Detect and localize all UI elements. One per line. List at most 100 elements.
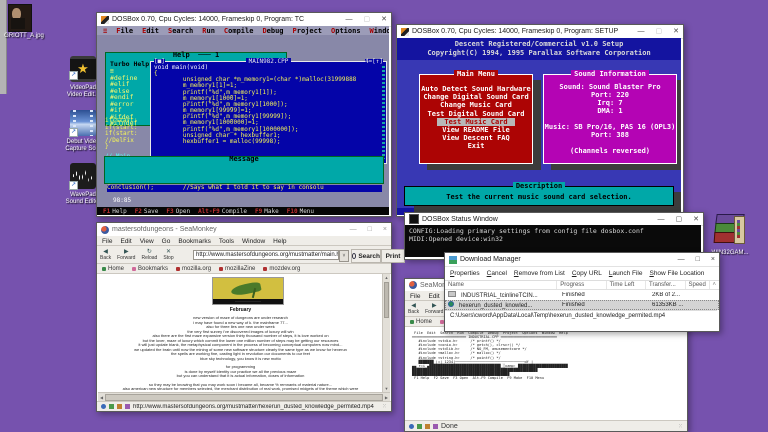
dlm-toolbar-item[interactable]: Copy URL xyxy=(572,270,602,277)
tc-menu-bar[interactable]: ≡FileEditSearchRunCompileDebugProjectOpt… xyxy=(97,26,389,35)
maximize-button[interactable]: ▢ xyxy=(676,213,683,226)
stop-button[interactable]: ✕Stop xyxy=(160,248,176,261)
tc-menu-item[interactable]: Debug xyxy=(262,27,283,34)
minimize-button[interactable]: — xyxy=(346,13,353,26)
dlm-toolbar[interactable]: Properties Cancel Remove from List Copy URL… xyxy=(445,267,719,281)
bookmark-item[interactable]: mozdev.org xyxy=(263,266,300,272)
fkey-item[interactable]: F9Make xyxy=(255,208,279,214)
reload-button[interactable]: ↻Reload xyxy=(138,248,160,261)
menu-item[interactable]: Help xyxy=(273,238,286,243)
main-menu-item[interactable]: Test Music Card xyxy=(437,118,515,126)
maximize-button[interactable]: ▢ xyxy=(656,25,663,38)
main-menu-item[interactable]: Auto Detect Sound Hardware xyxy=(420,85,532,93)
main-menu-item[interactable]: View README File xyxy=(420,126,532,134)
sm-left-menubar[interactable]: File Edit View Go Bookmarks Tools Window Help xyxy=(97,236,391,246)
fkey-item[interactable]: F10Menu xyxy=(287,208,314,214)
close-button[interactable]: ✕ xyxy=(381,13,387,26)
menu-item[interactable]: Edit xyxy=(120,238,131,243)
main-menu-item[interactable]: Exit xyxy=(420,142,532,150)
close-button[interactable]: × xyxy=(711,253,715,266)
tc-edit-window[interactable]: [■] MAIN982.CPP 4=[↑] void main(void){ u… xyxy=(150,61,387,164)
composer-component-icon[interactable] xyxy=(425,424,430,429)
dlm-toolbar-item[interactable]: Remove from List xyxy=(514,270,565,277)
forward-button[interactable]: ▶Forward xyxy=(114,248,138,261)
main-menu-item[interactable]: Test Digital Sound Card xyxy=(420,110,532,118)
fkey-item[interactable]: F1Help xyxy=(103,208,127,214)
bookmark-item[interactable]: Home xyxy=(102,266,124,272)
print-button[interactable]: Print xyxy=(381,249,405,263)
close-button[interactable]: ✕ xyxy=(693,213,699,226)
sm-left-bookmarks-bar[interactable]: Home Bookmarks mozilla.org mozillaZine mozde… xyxy=(97,264,391,274)
tc-titlebar[interactable]: DOSBox 0.70, Cpu Cycles: 14000, Frameski… xyxy=(97,13,391,27)
menu-item[interactable]: Tools xyxy=(219,238,234,243)
address-book-component-icon[interactable] xyxy=(125,404,130,409)
dlm-toolbar-item[interactable]: Cancel xyxy=(487,270,507,277)
scroll-up-arrow[interactable]: ˄ xyxy=(710,281,720,289)
page-image[interactable]: ·························· xyxy=(212,277,284,305)
dlm-toolbar-item[interactable]: Launch File xyxy=(609,270,643,277)
address-book-component-icon[interactable] xyxy=(433,424,438,429)
tc-menu-item[interactable]: Window xyxy=(370,27,389,34)
composer-component-icon[interactable] xyxy=(117,404,122,409)
menu-item[interactable]: Window xyxy=(242,238,265,243)
setup-main-menu-items[interactable]: Auto Detect Sound HardwareChange Digital… xyxy=(420,75,532,151)
tc-menu-item[interactable]: Compile xyxy=(224,27,254,34)
tc-menu-item[interactable]: Edit xyxy=(142,27,159,34)
back-button[interactable]: ◀Back xyxy=(97,248,114,261)
horizontal-scrollbar[interactable]: ◀ ▶ xyxy=(98,392,390,401)
tc-menu-item[interactable]: ≡ xyxy=(103,27,107,34)
main-menu-item[interactable]: Change Digital Sound Card xyxy=(420,93,532,101)
sm-left-titlebar[interactable]: mastersofdungeons - SeaMonkey — □ × xyxy=(97,223,391,237)
fkey-item[interactable]: F3Open xyxy=(166,208,190,214)
minimize-button[interactable]: — xyxy=(350,223,357,236)
maximize-button[interactable]: □ xyxy=(368,223,372,236)
close-button[interactable]: × xyxy=(383,223,387,236)
menu-item[interactable]: View xyxy=(140,238,154,243)
scroll-left-arrow[interactable]: ◀ xyxy=(98,395,105,400)
mail-component-icon[interactable] xyxy=(109,404,114,409)
hscroll-thumb[interactable] xyxy=(105,394,383,401)
dlm-toolbar-item[interactable]: Properties xyxy=(450,270,480,277)
edit-scrollbar[interactable] xyxy=(382,66,385,159)
bookmark-item[interactable]: Home xyxy=(410,319,432,325)
main-menu-item[interactable]: Change Music Card xyxy=(420,101,532,109)
menu-item[interactable]: Go xyxy=(162,238,171,243)
download-row-selected[interactable]: hexerun_dusted_knowled... Finished 61353… xyxy=(445,300,719,310)
dlm-column-headers[interactable]: NameProgress Time LeftTransfer... Speed … xyxy=(445,281,719,290)
menu-item[interactable]: Bookmarks xyxy=(178,238,211,243)
vertical-scrollbar[interactable]: ▲ ▼ xyxy=(382,274,390,392)
edit-zoom-box[interactable]: 4=[↑] xyxy=(365,59,383,65)
fkey-item[interactable]: Alt-F9Compile xyxy=(198,208,247,214)
scrollbar-thumb[interactable] xyxy=(384,282,389,318)
scroll-right-arrow[interactable]: ▶ xyxy=(383,395,390,400)
tc-menu-item[interactable]: Options xyxy=(331,27,361,34)
url-dropdown-button[interactable]: ˅ xyxy=(339,250,349,262)
maximize-button[interactable]: ▢ xyxy=(364,13,371,26)
bookmark-item[interactable]: mozillaZine xyxy=(219,266,255,272)
tc-menu-item[interactable]: Search xyxy=(168,27,193,34)
setup-titlebar[interactable]: DOSBox 0.70, Cpu Cycles: 14000, Frameski… xyxy=(397,25,683,39)
mail-component-icon[interactable] xyxy=(417,424,422,429)
dlm-toolbar-item[interactable]: Show File Location xyxy=(649,270,704,277)
dlm-titlebar[interactable]: Download Manager — □ × xyxy=(445,253,719,267)
minimize-button[interactable]: — xyxy=(638,25,645,38)
minimize-button[interactable]: — xyxy=(678,253,685,266)
navigator-component-icon[interactable] xyxy=(409,424,414,429)
close-button[interactable]: ✕ xyxy=(673,25,679,38)
url-bar[interactable]: http://www.mastersofdungeons.org/mustmat… xyxy=(193,250,339,260)
bookmark-item[interactable]: Bookmarks xyxy=(132,266,168,272)
forward-button[interactable]: ▶Forward xyxy=(422,302,446,315)
minimize-button[interactable]: — xyxy=(658,213,665,226)
bookmark-item[interactable]: mozilla.org xyxy=(176,266,211,272)
tc-menu-item[interactable]: Project xyxy=(293,27,323,34)
tc-message-window[interactable]: Message xyxy=(104,156,384,184)
menu-item[interactable]: File xyxy=(410,293,420,298)
tc-menu-item[interactable]: Run xyxy=(202,27,215,34)
menu-item[interactable]: File xyxy=(102,238,112,243)
resize-grip[interactable]: ⁙ xyxy=(382,403,387,410)
tc-function-key-bar[interactable]: F1Help F2Save F3Open Alt-F9Compile F9Make F10… xyxy=(97,207,389,215)
back-button[interactable]: ◀Back xyxy=(405,302,422,315)
download-row[interactable]: INDUSTRIAL_tcinlineTCIN... Finished 2KB … xyxy=(445,290,719,300)
fkey-item[interactable]: F2Save xyxy=(135,208,159,214)
menu-item[interactable]: Edit xyxy=(428,293,439,298)
